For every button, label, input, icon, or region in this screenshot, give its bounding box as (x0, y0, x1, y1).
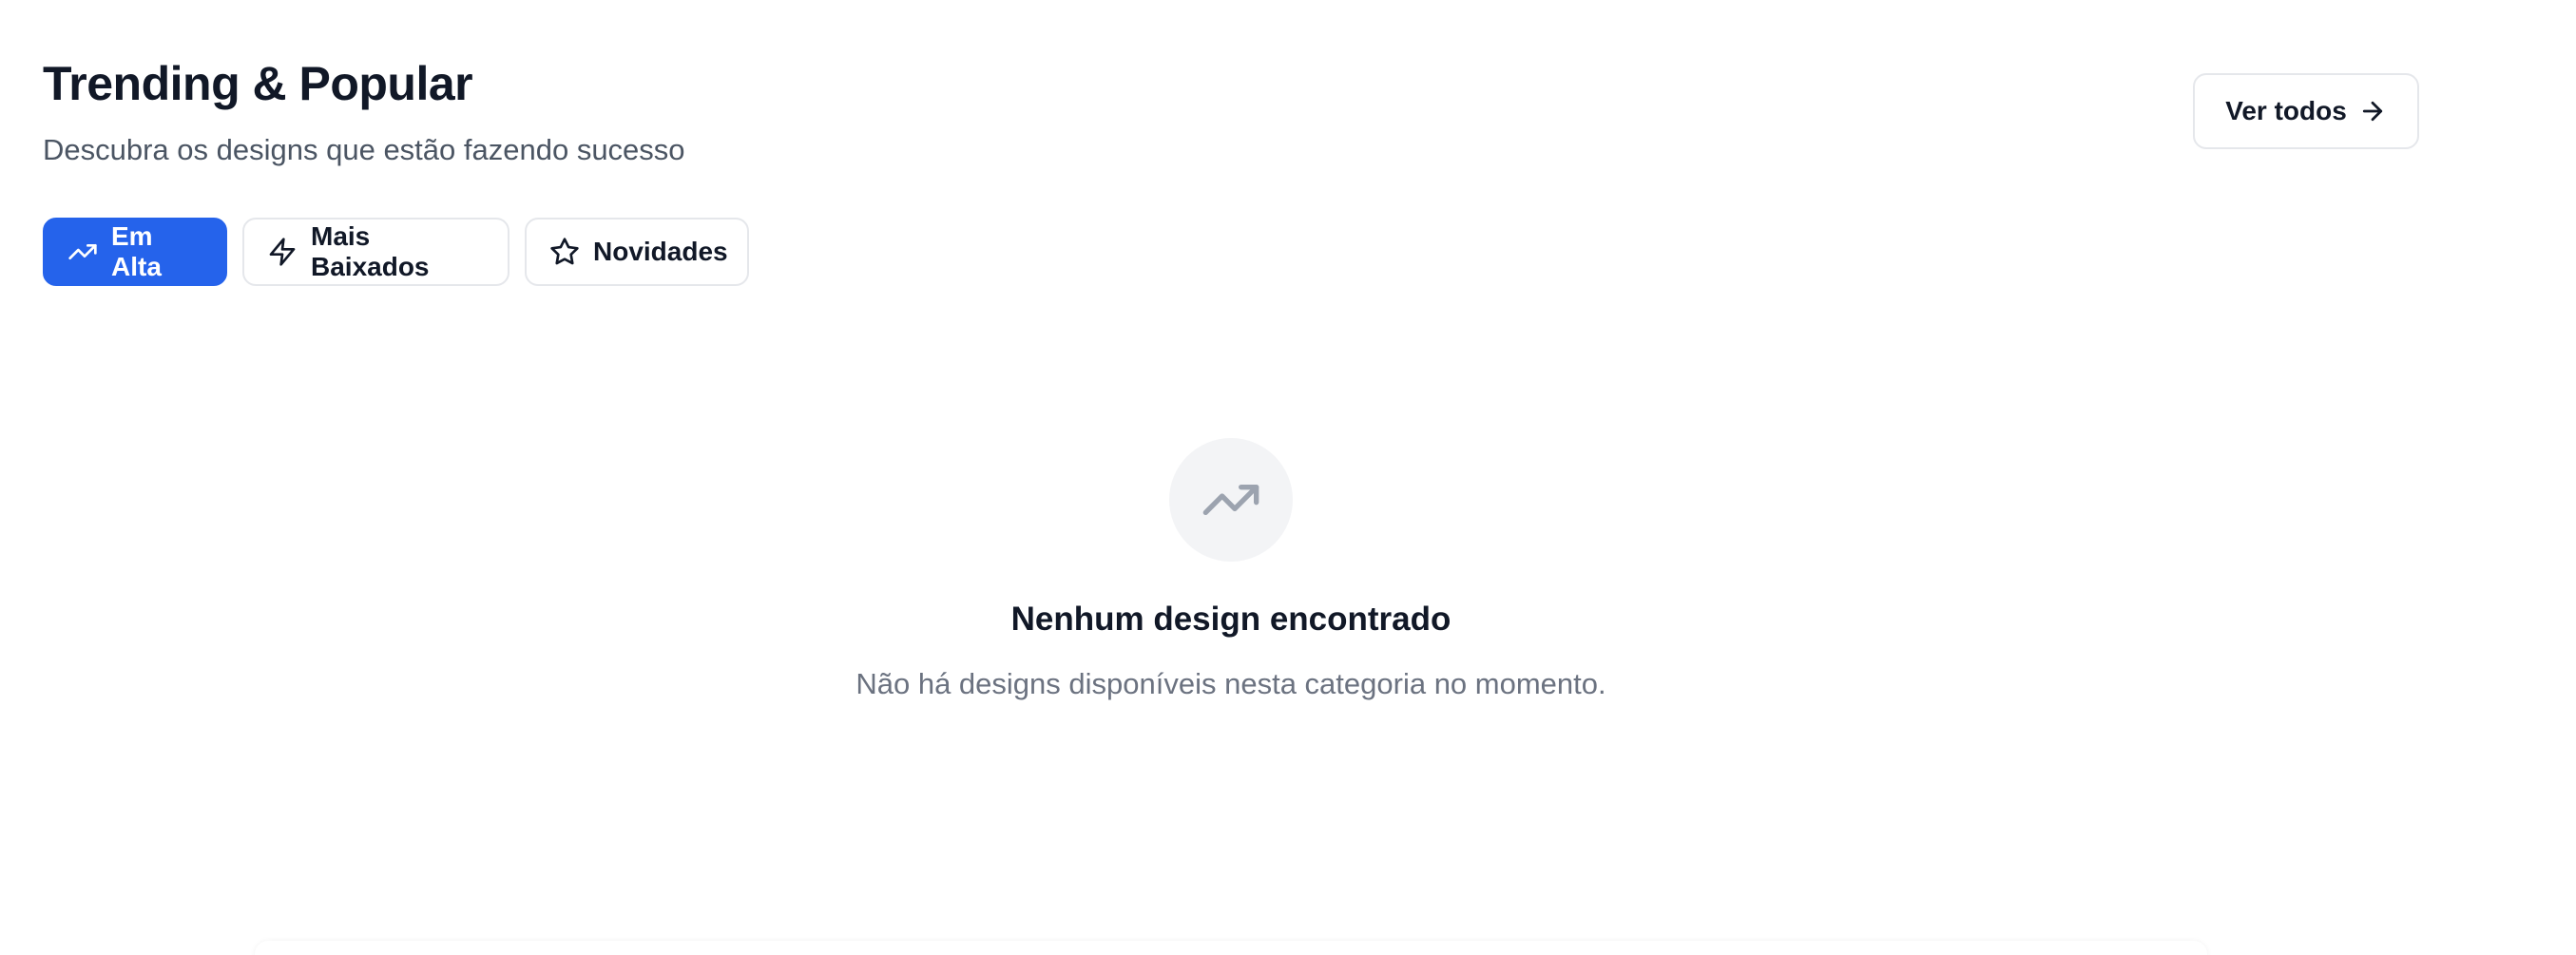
tab-label: Novidades (593, 237, 728, 266)
tab-novidades[interactable]: Novidades (525, 218, 749, 286)
arrow-right-icon (2362, 101, 2382, 122)
category-tabs: Em Alta Mais Baixados Novidades (43, 218, 749, 286)
section-subtitle: Descubra os designs que estão fazendo su… (43, 133, 685, 166)
empty-state-description: Não há designs disponíveis nesta categor… (855, 667, 1606, 700)
section-title: Trending & Popular (43, 57, 473, 110)
tab-mais-baixados[interactable]: Mais Baixados (242, 218, 509, 286)
trending-section: Trending & Popular Descubra os designs q… (0, 0, 2576, 955)
empty-state-title: Nenhum design encontrado (1010, 601, 1451, 638)
trending-up-icon (68, 244, 97, 259)
view-all-label: Ver todos (2225, 96, 2347, 125)
star-icon (550, 238, 579, 265)
trending-up-icon (1202, 484, 1259, 515)
lightning-icon (269, 238, 296, 266)
tab-label: Mais Baixados (311, 221, 430, 281)
tab-em-alta[interactable]: Em Alta (43, 218, 227, 286)
view-all-button[interactable]: Ver todos (2193, 73, 2419, 149)
content-card (255, 941, 2207, 955)
tab-label: Em Alta (111, 221, 162, 281)
empty-state-icon-circle (1169, 438, 1293, 562)
